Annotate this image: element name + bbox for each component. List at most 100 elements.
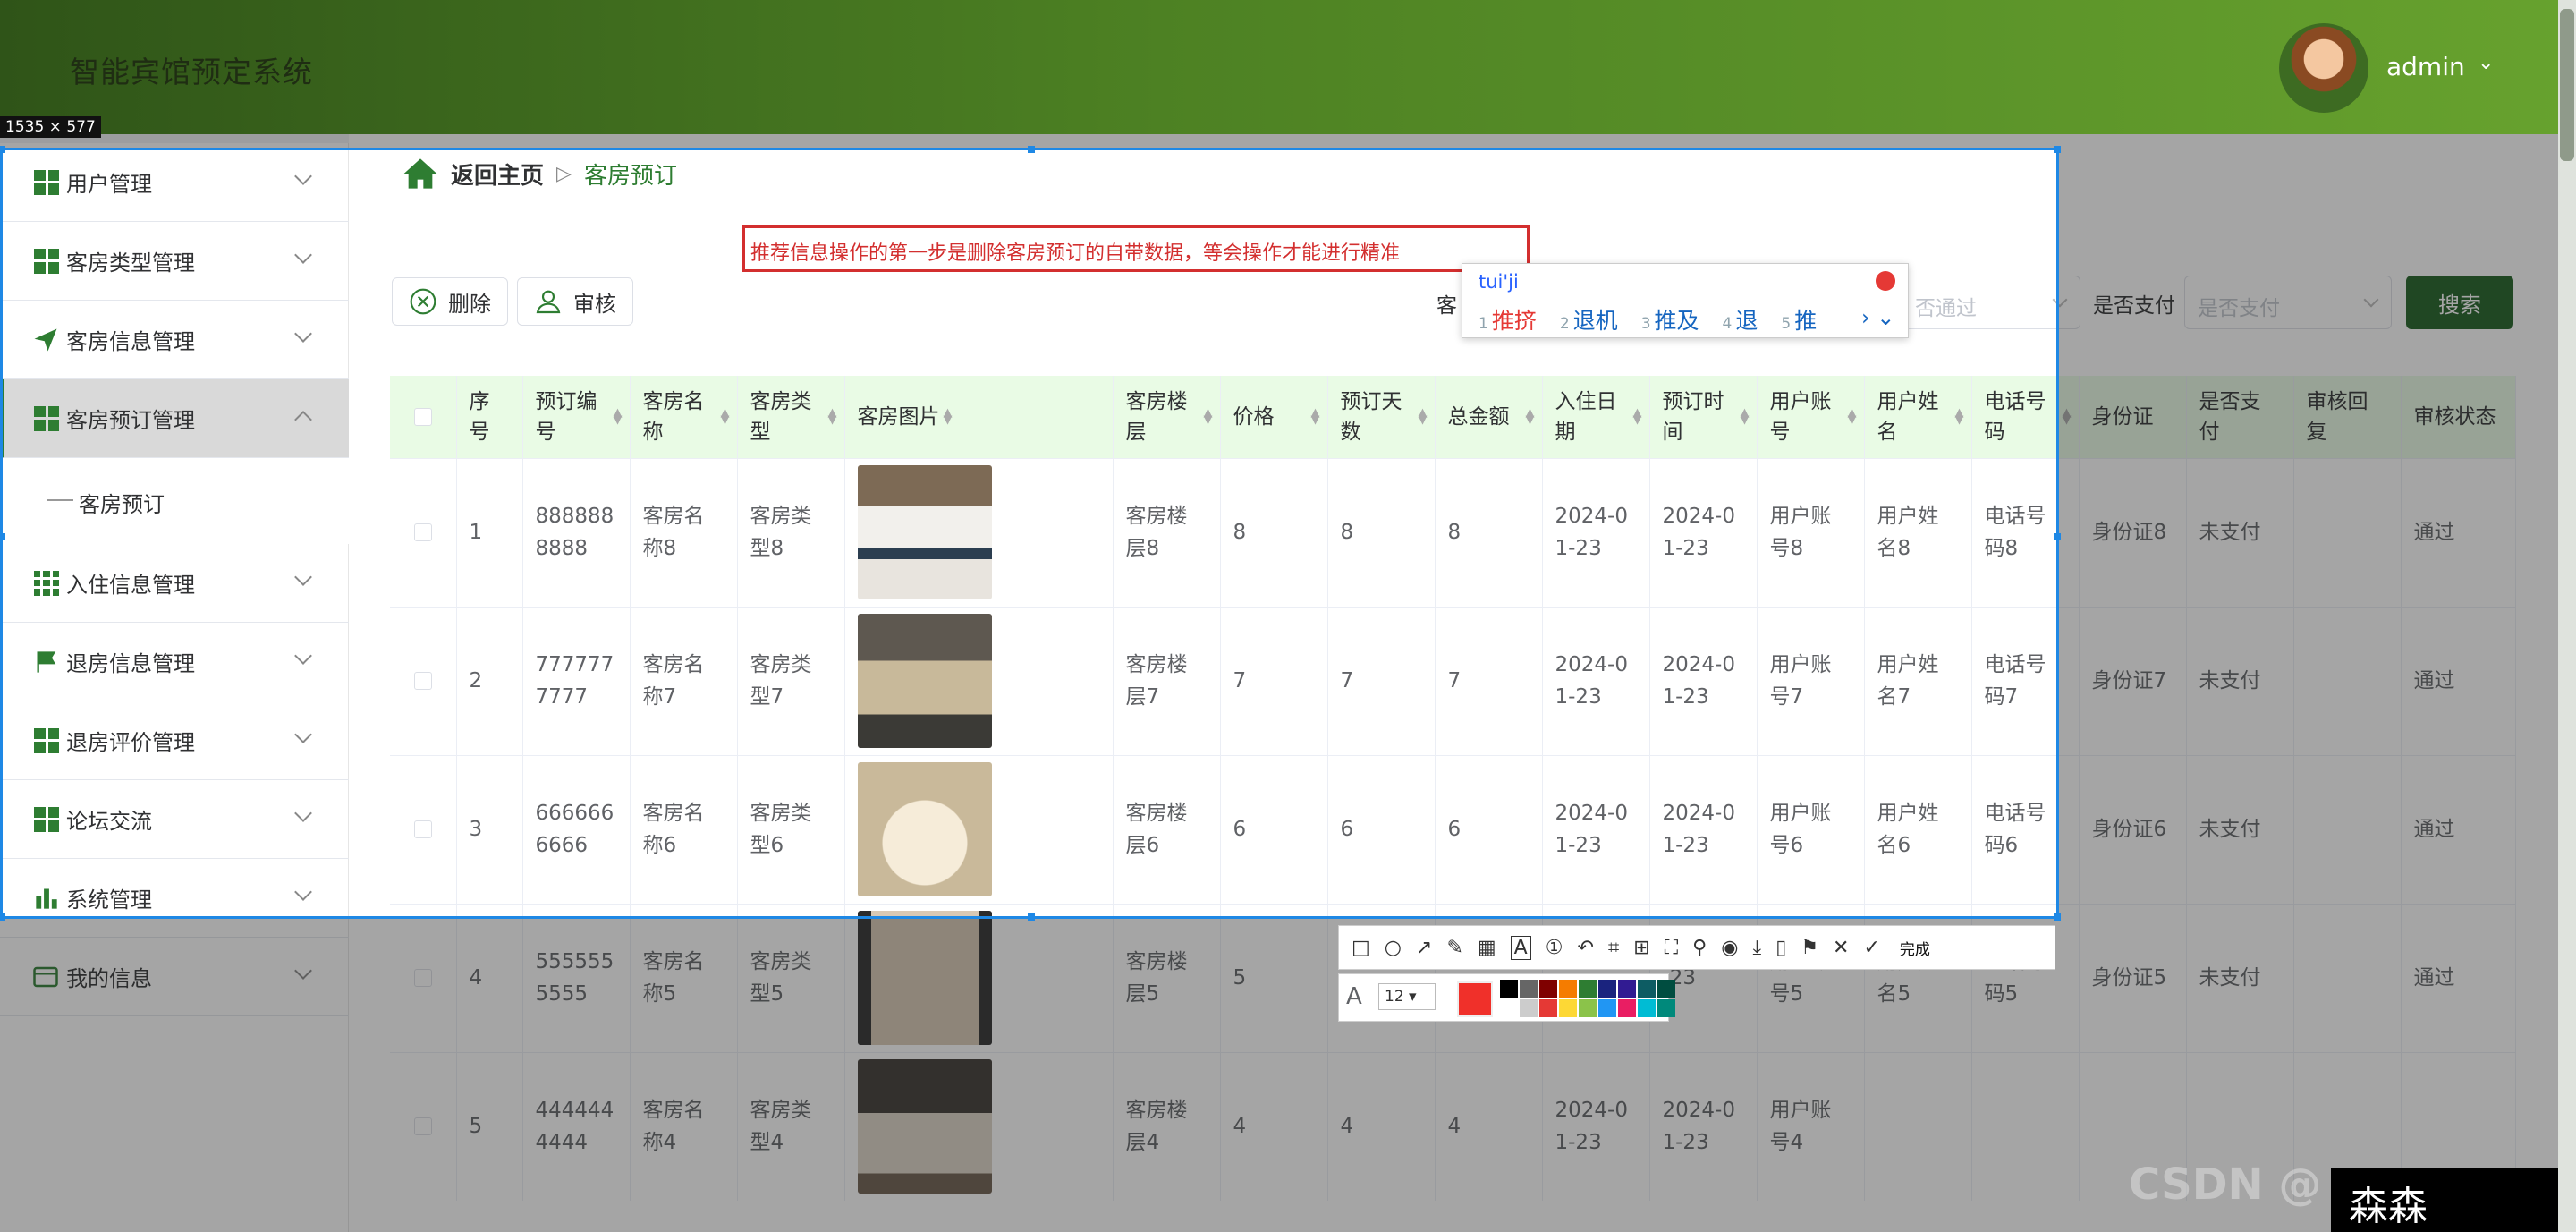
color-swatch[interactable] bbox=[1520, 980, 1538, 998]
ime-candidate[interactable]: 1 推挤 bbox=[1479, 303, 1537, 336]
color-swatch[interactable] bbox=[1657, 980, 1675, 998]
breadcrumb-home-link[interactable]: 返回主页 bbox=[451, 157, 544, 191]
sidebar-item-booking[interactable]: 客房预订管理 bbox=[0, 379, 349, 458]
sidebar-item-users[interactable]: 用户管理 bbox=[0, 143, 349, 222]
row-checkbox[interactable] bbox=[390, 1051, 457, 1201]
table-row[interactable]: 3 6666666666 客房名称6 客房类型6 客房楼层6 6 6 6 2024-01-23 2… bbox=[390, 754, 2516, 904]
color-swatch[interactable] bbox=[1618, 999, 1636, 1017]
column-header[interactable]: 客房图片 ▲ ▼ bbox=[844, 376, 1114, 458]
check-icon[interactable]: ✓ bbox=[1863, 937, 1879, 959]
status-filter-select[interactable]: 否通过 bbox=[1902, 276, 2080, 329]
column-header[interactable]: 用户姓名 ▲ ▼ bbox=[1864, 376, 1972, 458]
column-header[interactable]: 预订编号 ▲ ▼ bbox=[522, 376, 631, 458]
color-swatch[interactable] bbox=[1579, 999, 1597, 1017]
scrollbar-thumb[interactable] bbox=[2560, 9, 2574, 161]
color-swatch[interactable] bbox=[1539, 980, 1557, 998]
sidebar-item-checkout[interactable]: 退房信息管理 bbox=[0, 623, 349, 701]
delete-button[interactable]: 删除 bbox=[392, 277, 508, 326]
chevron-down-icon[interactable]: ⌄ bbox=[2478, 52, 2494, 74]
sidebar-item-system[interactable]: 系统管理 bbox=[0, 859, 349, 938]
color-swatch[interactable] bbox=[1638, 999, 1656, 1017]
table-cell: 客房楼层7 bbox=[1113, 606, 1221, 755]
sidebar-item-room-types[interactable]: 客房类型管理 bbox=[0, 222, 349, 301]
column-header[interactable]: 预订天数 ▲ ▼ bbox=[1327, 376, 1436, 458]
table-cell: 2024-01-23 bbox=[1649, 754, 1758, 904]
sidebar-item-checkin[interactable]: 入住信息管理 bbox=[0, 544, 349, 623]
column-header[interactable]: 客房楼层 ▲ ▼ bbox=[1113, 376, 1221, 458]
row-checkbox[interactable] bbox=[390, 457, 457, 607]
ime-candidate[interactable]: 2 退机 bbox=[1560, 303, 1618, 336]
column-header[interactable]: 预订时间 ▲ ▼ bbox=[1649, 376, 1758, 458]
arrow-tool-icon[interactable]: ↗ bbox=[1416, 937, 1432, 959]
close-icon[interactable]: ✕ bbox=[1833, 937, 1849, 959]
current-color-swatch[interactable] bbox=[1457, 981, 1493, 1017]
audit-button[interactable]: 审核 bbox=[517, 277, 633, 326]
number-tool-icon[interactable]: ① bbox=[1546, 937, 1563, 959]
sidebar-item-reviews[interactable]: 退房评价管理 bbox=[0, 701, 349, 780]
sidebar-item-profile[interactable]: 我的信息 bbox=[0, 938, 349, 1016]
column-header[interactable]: 客房名称 ▲ ▼ bbox=[630, 376, 738, 458]
avatar[interactable] bbox=[2279, 23, 2368, 113]
font-size-select[interactable]: 12 ▾ bbox=[1378, 983, 1436, 1010]
color-swatch[interactable] bbox=[1618, 980, 1636, 998]
table-row[interactable]: 1 8888888888 客房名称8 客房类型8 客房楼层8 8 8 8 2024-01-23 2… bbox=[390, 457, 2516, 607]
table-cell: 未支付 bbox=[2186, 903, 2294, 1052]
ellipse-tool-icon[interactable]: ○ bbox=[1385, 937, 1402, 959]
text-tool-icon[interactable]: A bbox=[1510, 935, 1531, 960]
color-swatch[interactable] bbox=[1559, 999, 1577, 1017]
sidebar-subitem-booking[interactable]: 客房预订 bbox=[0, 458, 349, 544]
color-swatch[interactable] bbox=[1638, 980, 1656, 998]
row-checkbox[interactable] bbox=[390, 754, 457, 904]
search-button[interactable]: 搜索 bbox=[2406, 276, 2513, 329]
table-cell: 用户账号8 bbox=[1757, 457, 1865, 607]
table-cell: 客房类型8 bbox=[737, 457, 845, 607]
ime-next-page-button[interactable]: › ⌄ bbox=[1861, 305, 1894, 330]
done-button[interactable]: 完成 bbox=[1900, 937, 1930, 959]
sidebar-item-label: 论坛交流 bbox=[66, 809, 152, 834]
home-icon[interactable] bbox=[402, 156, 438, 191]
pencil-tool-icon[interactable]: ✎ bbox=[1446, 937, 1462, 959]
color-swatch[interactable] bbox=[1657, 999, 1675, 1017]
sidebar-item-forum[interactable]: 论坛交流 bbox=[0, 780, 349, 859]
color-swatch[interactable] bbox=[1500, 980, 1518, 998]
column-header[interactable]: 总金额 ▲ ▼ bbox=[1435, 376, 1543, 458]
mosaic-tool-icon[interactable]: ▦ bbox=[1478, 937, 1496, 959]
sidebar-item-room-info[interactable]: 客房信息管理 bbox=[0, 301, 349, 379]
ime-candidate[interactable]: 5推 bbox=[1781, 303, 1817, 336]
row-checkbox[interactable] bbox=[390, 903, 457, 1052]
translate-icon[interactable]: ⊞ bbox=[1633, 937, 1649, 959]
color-swatch[interactable] bbox=[1598, 999, 1616, 1017]
column-header[interactable]: 用户账号 ▲ ▼ bbox=[1757, 376, 1865, 458]
record-icon[interactable]: ◉ bbox=[1721, 937, 1738, 959]
pin-icon[interactable]: ⚲ bbox=[1692, 937, 1707, 959]
select-all-checkbox[interactable] bbox=[390, 376, 457, 458]
rectangle-tool-icon[interactable]: □ bbox=[1352, 937, 1370, 959]
column-header[interactable]: 客房类型 ▲ ▼ bbox=[737, 376, 845, 458]
color-palette[interactable] bbox=[1500, 980, 1675, 1017]
download-icon[interactable]: ⤓ bbox=[1752, 937, 1761, 959]
table-cell: 7 bbox=[1327, 606, 1436, 755]
color-swatch[interactable] bbox=[1598, 980, 1616, 998]
undo-icon[interactable]: ↶ bbox=[1577, 937, 1593, 959]
bookmark-icon[interactable]: ⚑ bbox=[1801, 937, 1818, 959]
column-header[interactable]: 电话号码 ▲ ▼ bbox=[1971, 376, 2080, 458]
column-header[interactable]: 价格 ▲ ▼ bbox=[1220, 376, 1328, 458]
column-header[interactable]: 入住日期 ▲ ▼ bbox=[1542, 376, 1650, 458]
pay-filter-select[interactable]: 是否支付 bbox=[2184, 276, 2392, 329]
color-swatch[interactable] bbox=[1539, 999, 1557, 1017]
table-row[interactable]: 2 7777777777 客房名称7 客房类型7 客房楼层7 7 7 7 2024-01-23 2… bbox=[390, 606, 2516, 755]
ocr-icon[interactable]: ⌗ bbox=[1608, 937, 1619, 959]
color-swatch[interactable] bbox=[1500, 999, 1518, 1017]
table-cell: 客房名称8 bbox=[630, 457, 738, 607]
user-menu[interactable]: admin bbox=[2386, 52, 2465, 81]
color-swatch[interactable] bbox=[1559, 980, 1577, 998]
ime-candidate[interactable]: 3 推及 bbox=[1641, 303, 1699, 336]
row-checkbox[interactable] bbox=[390, 606, 457, 755]
table-cell: 客房楼层4 bbox=[1113, 1051, 1221, 1201]
ime-candidate[interactable]: 4退 bbox=[1723, 303, 1758, 336]
color-swatch[interactable] bbox=[1579, 980, 1597, 998]
long-capture-icon[interactable]: ▯ bbox=[1775, 937, 1786, 959]
scrollbar[interactable] bbox=[2558, 0, 2576, 1232]
scan-icon[interactable]: ⛶ bbox=[1665, 937, 1678, 959]
color-swatch[interactable] bbox=[1520, 999, 1538, 1017]
